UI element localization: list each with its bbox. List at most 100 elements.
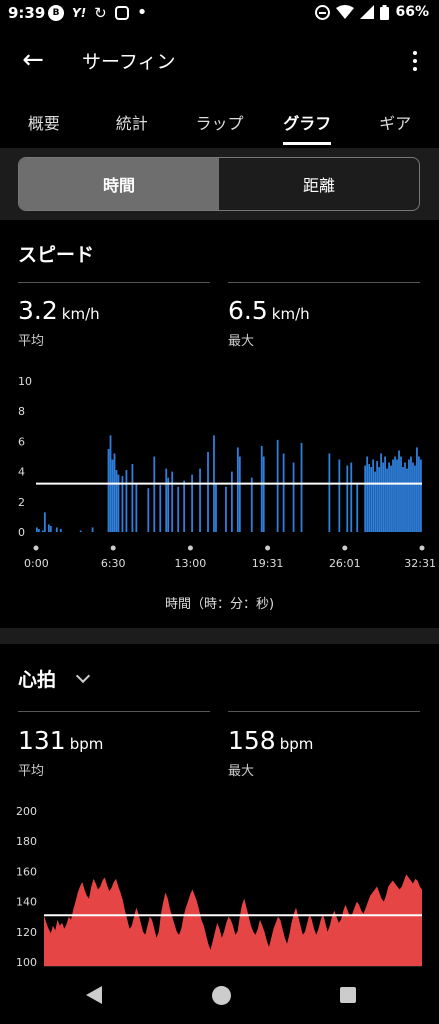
- x-tick-label: 32:31: [404, 557, 436, 570]
- speed-bar: [346, 465, 349, 532]
- x-tick-dot: [342, 545, 348, 551]
- status-right: 66%: [315, 4, 429, 20]
- speed-bar: [107, 448, 110, 532]
- x-tick-dot: [419, 545, 425, 551]
- speed-bar: [382, 462, 384, 532]
- more-menu-icon[interactable]: [405, 46, 425, 76]
- y-tick-label: 140: [16, 896, 37, 909]
- speed-bar: [215, 483, 217, 532]
- speed-bar: [167, 477, 170, 532]
- y-tick-label: 10: [18, 375, 32, 388]
- speed-bar: [386, 468, 388, 532]
- speed-bar: [368, 464, 371, 532]
- speed-bar: [177, 486, 180, 532]
- speed-bar: [91, 527, 94, 532]
- speed-bar: [366, 456, 369, 532]
- tab-laps[interactable]: ラップ: [176, 98, 264, 148]
- speed-bar: [37, 528, 40, 532]
- x-tick-label: 26:01: [329, 557, 361, 570]
- nav-home-icon[interactable]: [212, 986, 231, 1005]
- segment-distance[interactable]: 距離: [219, 158, 419, 210]
- speed-bar: [199, 468, 201, 532]
- chevron-down-icon[interactable]: [75, 668, 91, 684]
- speed-chart: 0 2 4 6 8 10 0:00 6:30 13:00 19:31 26:01 32:31: [18, 375, 436, 570]
- speed-max-label: 最大: [228, 334, 255, 349]
- speed-bar: [350, 462, 353, 532]
- page-title: サーフィン: [82, 51, 176, 73]
- x-tick-dot: [33, 545, 39, 551]
- divider: [18, 282, 210, 283]
- speed-bar: [414, 465, 416, 532]
- status-time: 9:39: [8, 4, 46, 22]
- speed-bar: [225, 486, 227, 532]
- nav-recents-icon[interactable]: [340, 987, 356, 1003]
- hr-avg-value: 131 bpm: [18, 726, 104, 755]
- tab-overview[interactable]: 概要: [0, 98, 88, 148]
- speed-bar: [153, 456, 156, 532]
- speed-bar: [125, 470, 128, 532]
- speed-bar: [392, 459, 394, 532]
- speed-bar: [282, 453, 285, 532]
- speed-bar: [49, 525, 52, 532]
- speed-bar: [113, 453, 116, 532]
- instagram-icon: [114, 6, 129, 20]
- y-tick-label: 6: [18, 435, 25, 448]
- speed-bar: [364, 465, 367, 532]
- speed-bar: [406, 468, 408, 532]
- speed-bar: [79, 530, 82, 532]
- speed-bar: [207, 451, 209, 532]
- speed-bar: [47, 524, 50, 532]
- speed-bar: [236, 447, 239, 532]
- segmented-area: 時間 距離: [0, 148, 439, 220]
- speed-bar: [416, 447, 418, 532]
- tab-stats[interactable]: 統計: [88, 98, 176, 148]
- system-nav-bar: [0, 970, 439, 1024]
- heart-rate-area: [44, 874, 422, 966]
- section-separator: [0, 628, 439, 644]
- x-tick-dot: [187, 545, 193, 551]
- speed-bar: [418, 456, 420, 532]
- speed-bar: [131, 464, 134, 532]
- hr-max-label: 最大: [228, 764, 255, 779]
- speed-bar: [36, 527, 38, 532]
- dnd-icon: [315, 4, 331, 20]
- x-tick-label: 13:00: [175, 557, 207, 570]
- tab-gear[interactable]: ギア: [351, 98, 439, 148]
- speed-bar: [370, 467, 373, 532]
- status-bar: 9:39 B Y! ↻ • 66%: [0, 0, 439, 30]
- speed-bar: [380, 453, 383, 532]
- speed-bar: [250, 477, 253, 532]
- heart-rate-title: 心拍: [18, 669, 57, 691]
- speed-bar: [262, 456, 265, 532]
- speed-bar: [260, 445, 263, 532]
- wifi-icon: [336, 5, 355, 19]
- sync-icon: ↻: [94, 4, 107, 22]
- speed-bar: [398, 450, 400, 532]
- speed-bar: [408, 459, 410, 532]
- speed-bar: [378, 467, 381, 532]
- y-tick-label: 120: [16, 926, 37, 939]
- speed-bar: [230, 471, 233, 532]
- signal-icon: [360, 5, 375, 19]
- tab-graph[interactable]: グラフ: [263, 98, 351, 148]
- nav-back-icon[interactable]: [86, 986, 102, 1004]
- hr-max-value: 158 bpm: [228, 726, 314, 755]
- speed-bar: [238, 456, 241, 532]
- yahoo-icon: Y!: [72, 6, 87, 20]
- heart-rate-header[interactable]: 心拍: [18, 665, 91, 692]
- app-bar: ← サーフィン: [0, 30, 439, 90]
- speed-bar: [115, 470, 118, 532]
- speed-bar: [376, 461, 379, 532]
- speed-bar: [43, 512, 46, 532]
- y-tick-label: 180: [16, 835, 37, 848]
- segment-time[interactable]: 時間: [19, 158, 219, 210]
- speed-bar: [400, 456, 402, 532]
- dot-icon: •: [136, 2, 148, 23]
- speed-bar: [147, 488, 150, 532]
- y-tick-label: 160: [16, 865, 37, 878]
- y-tick-label: 8: [18, 405, 25, 418]
- y-tick-label: 2: [18, 496, 25, 509]
- speed-bar: [356, 483, 359, 532]
- back-arrow-icon[interactable]: ←: [18, 46, 48, 76]
- speed-bar: [159, 485, 162, 532]
